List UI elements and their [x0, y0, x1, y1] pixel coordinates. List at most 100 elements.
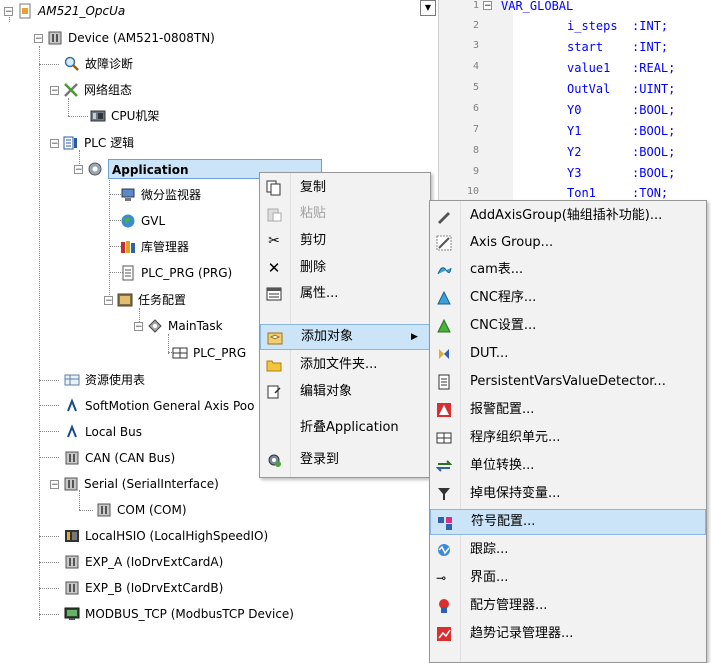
tree-item-plc-prg[interactable]: PLC_PRG (PRG) — [120, 263, 232, 283]
tree-line — [109, 178, 110, 303]
tree-item-device[interactable]: − Device (AM521-0808TN) — [34, 28, 215, 48]
menu-item-label: 单位转换... — [470, 458, 535, 473]
submenu-item-interface[interactable]: ⊸ 界面... — [430, 565, 706, 591]
program-call-icon — [172, 345, 188, 361]
tree-item-resource-usage[interactable]: 资源使用表 — [64, 370, 145, 390]
properties-icon — [266, 286, 282, 302]
menu-item-add-folder[interactable]: 添加文件夹... — [260, 352, 430, 378]
tree-item-label: Serial (SerialInterface) — [84, 477, 219, 491]
menu-item-properties[interactable]: 属性... — [260, 281, 430, 307]
line-number: 9 — [472, 166, 479, 177]
submenu-item-alarm-config[interactable]: 报警配置... — [430, 397, 706, 423]
tree-item-plc-logic[interactable]: − PLC 逻辑 — [50, 133, 134, 153]
task-icon — [147, 318, 163, 334]
tree-item-com[interactable]: COM (COM) — [96, 500, 187, 520]
task-config-icon — [117, 292, 133, 308]
tree-item-exp-b[interactable]: EXP_B (IoDrvExtCardB) — [64, 578, 223, 598]
tree-item-plc-prg-call[interactable]: PLC_PRG — [172, 343, 246, 363]
tree-item-label: EXP_B (IoDrvExtCardB) — [85, 581, 224, 595]
fold-toggle-icon[interactable]: − — [483, 1, 492, 11]
submenu-item-add-axis-group[interactable]: AddAxisGroup(轴组插补功能)... — [430, 203, 706, 229]
tree-line — [68, 116, 88, 117]
tree-item-cpu-rack[interactable]: CPU机架 — [90, 106, 159, 126]
tree-item-label: PLC_PRG (PRG) — [141, 266, 233, 280]
tree-item-exp-a[interactable]: EXP_A (IoDrvExtCardA) — [64, 552, 223, 572]
code-editor[interactable]: − 1 2 3 4 5 6 7 8 9 10 VAR_GLOBAL i_step… — [438, 0, 711, 205]
menu-item-add-object[interactable]: 添加对象 ▶ — [260, 324, 430, 350]
tree-item-label: COM (COM) — [117, 503, 187, 517]
tree-item-diff-monitor[interactable]: 微分监视器 — [120, 185, 201, 205]
tree-item-label: 资源使用表 — [85, 373, 146, 387]
cam-icon — [436, 262, 452, 278]
tree-line — [39, 588, 59, 589]
menu-item-label: 符号配置... — [471, 514, 536, 529]
tree-item-library-manager[interactable]: 库管理器 — [120, 237, 189, 257]
hsio-module-icon — [64, 528, 80, 544]
symbol-config-icon — [437, 515, 453, 531]
tree-item-modbus[interactable]: MODBUS_TCP (ModbusTCP Device) — [64, 604, 294, 624]
submenu-item-persistent-vars[interactable]: PersistentVarsValueDetector... — [430, 369, 706, 395]
tree-item-localhsio[interactable]: LocalHSIO (LocalHighSpeedIO) — [64, 526, 268, 546]
submenu-item-cnc-program[interactable]: CNC程序... — [430, 285, 706, 311]
collapse-toggle-icon[interactable]: − — [50, 479, 59, 489]
line-number: 8 — [472, 145, 479, 156]
tree-item-label: 任务配置 — [138, 293, 187, 307]
line-number: 10 — [466, 186, 479, 197]
tree-line — [68, 98, 69, 116]
menu-item-delete[interactable]: ✕ 删除 — [260, 255, 430, 281]
collapse-toggle-icon[interactable]: − — [34, 33, 43, 43]
submenu-item-unit-conversion[interactable]: 单位转换... — [430, 453, 706, 479]
copy-icon — [266, 180, 282, 196]
submenu-item-retain-vars[interactable]: 掉电保持变量... — [430, 481, 706, 507]
submenu-item-trace[interactable]: 跟踪... — [430, 537, 706, 563]
tree-item-main-task[interactable]: − MainTask — [134, 316, 223, 336]
tree-item-label: 故障诊断 — [85, 57, 134, 71]
submenu-item-axis-group[interactable]: Axis Group... — [430, 230, 706, 256]
submenu-item-symbol-config[interactable]: 符号配置... — [430, 509, 706, 535]
tree-item-can[interactable]: CAN (CAN Bus) — [64, 448, 175, 468]
menu-item-collapse-application[interactable]: 折叠Application — [260, 415, 430, 441]
tree-item-gvl[interactable]: GVL — [120, 211, 165, 231]
tree-item-diagnostics[interactable]: 故障诊断 — [64, 54, 133, 74]
plc-logic-icon — [63, 135, 79, 151]
tree-item-serial[interactable]: − Serial (SerialInterface) — [50, 474, 219, 494]
tree-item-project[interactable]: − AM521_OpcUa — [4, 1, 125, 21]
context-menu: 复制 粘贴 ✂ 剪切 ✕ 删除 属性... 添加对象 ▶ 添加文件夹... 编辑… — [259, 172, 431, 478]
tree-line — [39, 64, 59, 65]
submenu-item-cam-table[interactable]: cam表... — [430, 257, 706, 283]
submenu-item-trend-manager[interactable]: 趋势记录管理器... — [430, 621, 706, 647]
menu-item-copy[interactable]: 复制 — [260, 175, 430, 201]
menu-item-paste[interactable]: 粘贴 — [260, 201, 430, 227]
code-line: value1 :REAL; — [567, 61, 676, 75]
collapse-toggle-icon[interactable]: − — [50, 138, 59, 148]
collapse-toggle-icon[interactable]: − — [134, 321, 143, 331]
tree-line — [39, 457, 59, 458]
tree-item-label: AM521_OpcUa — [38, 4, 126, 18]
menu-item-label: 剪切 — [300, 233, 327, 248]
submenu-item-dut[interactable]: DUT... — [430, 341, 706, 367]
collapse-toggle-icon[interactable]: − — [4, 6, 13, 16]
submenu-item-pou[interactable]: 程序组织单元... — [430, 425, 706, 451]
tree-line — [39, 380, 59, 381]
line-number: 4 — [472, 61, 479, 72]
menu-item-label: CNC程序... — [470, 290, 537, 305]
submenu-item-recipe-manager[interactable]: 配方管理器... — [430, 593, 706, 619]
menu-item-login[interactable]: 登录到 — [260, 447, 430, 473]
tree-item-softmotion-pool[interactable]: SoftMotion General Axis Poo — [64, 396, 254, 416]
menu-item-cut[interactable]: ✂ 剪切 — [260, 228, 430, 254]
collapse-toggle-icon[interactable]: − — [50, 85, 59, 95]
tree-item-network-config[interactable]: − 网络组态 — [50, 80, 132, 100]
gear-icon — [87, 161, 103, 177]
collapse-toggle-icon[interactable]: − — [104, 295, 113, 305]
tree-item-task-config[interactable]: − 任务配置 — [104, 290, 186, 310]
submenu-arrow-icon: ▶ — [411, 332, 418, 342]
tree-item-label: 网络组态 — [84, 83, 133, 97]
axis-icon — [64, 398, 80, 414]
dropdown-arrow-icon[interactable]: ▼ — [420, 0, 436, 16]
tree-item-local-bus[interactable]: Local Bus — [64, 422, 142, 442]
tree-item-label: MainTask — [168, 319, 223, 333]
tree-item-label: SoftMotion General Axis Poo — [85, 399, 255, 413]
collapse-toggle-icon[interactable]: − — [74, 164, 83, 174]
submenu-item-cnc-settings[interactable]: CNC设置... — [430, 313, 706, 339]
menu-item-edit-object[interactable]: 编辑对象 — [260, 379, 430, 405]
